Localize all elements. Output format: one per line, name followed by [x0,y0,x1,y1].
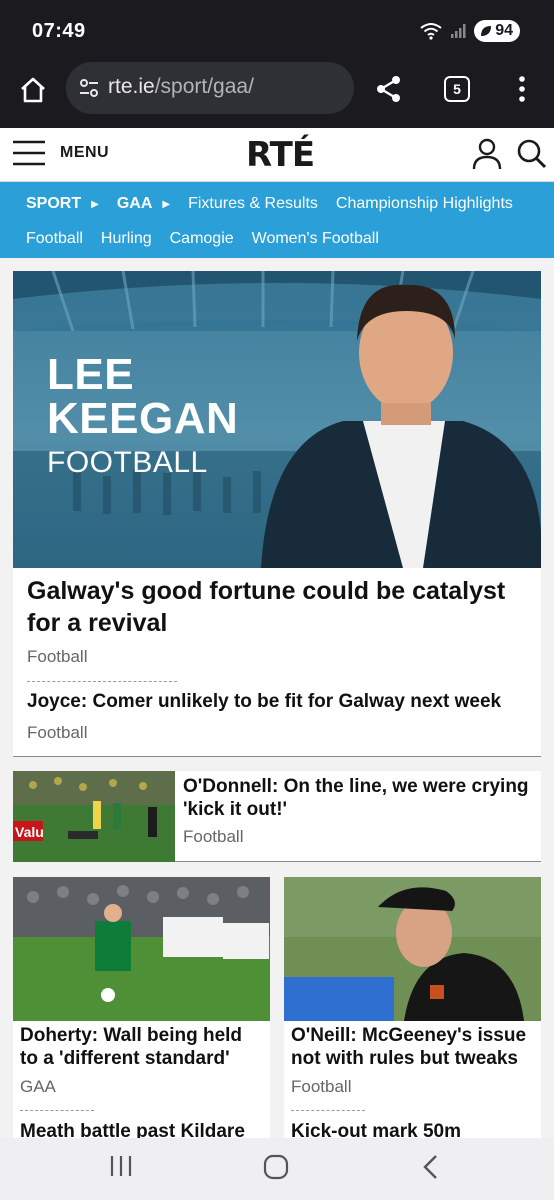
section-nav: SPORT ▶ GAA ▶ Fixtures & Results Champio… [0,182,554,258]
recent-apps-icon[interactable] [108,1154,134,1178]
status-icons: 94 [420,20,520,42]
home-gesture-icon[interactable] [263,1154,289,1180]
grid-story-card[interactable]: Doherty: Wall being held to a 'different… [13,877,270,1138]
status-time: 07:49 [32,20,86,42]
site-settings-icon[interactable] [78,77,100,99]
grid-story-title[interactable]: Doherty: Wall being held to a 'different… [20,1024,265,1070]
nav-football[interactable]: Football [26,230,83,248]
battery-level: 94 [495,22,513,39]
battery-saver-icon [481,26,492,36]
related-story-category[interactable]: Football [27,723,87,743]
lead-story-image[interactable]: LEE KEEGAN FOOTBALL [13,271,541,568]
grid-related-title[interactable]: Kick-out mark 50m [291,1121,461,1138]
battery-indicator: 94 [474,20,520,42]
lead-headline[interactable]: Galway's good fortune could be catalyst … [27,575,533,639]
rte-logo[interactable]: RTÉ [246,135,315,175]
match-photo-illustration: Valu [13,771,175,862]
grid-related-title[interactable]: Meath battle past Kildare [20,1121,245,1138]
tab-switcher-button[interactable]: 5 [444,76,470,102]
nav-sport[interactable]: SPORT [26,195,81,213]
user-account-icon[interactable] [472,138,502,170]
url-domain: rte.ie [108,75,155,98]
grid-story-category[interactable]: Football [291,1077,351,1097]
nav-camogie[interactable]: Camogie [170,230,234,248]
chevron-right-icon: ▶ [162,198,171,210]
ladies-football-photo [13,877,270,1021]
url-text[interactable]: rte.ie/sport/gaa/ [108,75,254,99]
share-icon[interactable] [374,74,404,104]
nav-womens-football[interactable]: Women's Football [252,230,379,248]
url-path: /sport/gaa/ [154,75,254,98]
grid-story-image[interactable] [13,877,270,1021]
story-category[interactable]: Football [183,827,243,847]
wifi-icon [420,23,442,40]
search-icon[interactable] [516,138,548,170]
menu-label: MENU [60,144,110,161]
lead-category[interactable]: Football [27,647,87,667]
nav-row-secondary: Football Hurling Camogie Women's Footbal… [26,230,397,248]
divider [27,681,177,682]
address-bar[interactable]: rte.ie/sport/gaa/ [66,62,354,114]
grid-story-category[interactable]: GAA [20,1077,56,1097]
story-card[interactable]: Valu O'Donnell: On the line, we were cry… [13,771,541,862]
signal-icon [451,24,466,38]
content-feed: LEE KEEGAN FOOTBALL Galway's good fortun… [0,258,554,1138]
nav-row-primary: SPORT ▶ GAA ▶ Fixtures & Results Champio… [26,195,531,213]
banner-line-1: LEE [47,350,135,399]
nav-championship-highlights[interactable]: Championship Highlights [336,195,513,213]
banner-line-2: KEEGAN [47,394,239,443]
related-story-title[interactable]: Joyce: Comer unlikely to be fit for Galw… [27,691,501,713]
manager-photo [284,877,541,1021]
grid-story-image[interactable] [284,877,541,1021]
divider [291,1110,365,1111]
story-title[interactable]: O'Donnell: On the line, we were crying '… [183,775,533,821]
menu-button[interactable]: MENU [12,139,109,167]
banner-text: LEE KEEGAN FOOTBALL [47,353,238,483]
grid-story-card[interactable]: O'Neill: McGeeney's issue not with rules… [284,877,541,1138]
grid-story-title[interactable]: O'Neill: McGeeney's issue not with rules… [291,1024,536,1070]
nav-hurling[interactable]: Hurling [101,230,152,248]
site-header: MENU RTÉ [0,128,554,182]
system-navigation-bar [0,1138,554,1200]
back-icon[interactable] [420,1154,442,1180]
sponsor-board-text: Valu [15,824,44,840]
banner-subtitle: FOOTBALL [47,446,208,479]
nav-fixtures-results[interactable]: Fixtures & Results [188,195,318,213]
browser-toolbar: rte.ie/sport/gaa/ 5 [0,62,554,128]
story-image[interactable]: Valu [13,771,175,862]
more-options-icon[interactable] [512,74,532,104]
nav-gaa[interactable]: GAA [117,195,153,213]
divider [20,1110,94,1111]
hamburger-icon [13,140,45,166]
lead-story-card[interactable]: LEE KEEGAN FOOTBALL Galway's good fortun… [13,271,541,757]
chevron-right-icon: ▶ [91,198,99,210]
status-bar: 07:49 94 [0,0,554,62]
home-icon[interactable] [18,75,48,105]
